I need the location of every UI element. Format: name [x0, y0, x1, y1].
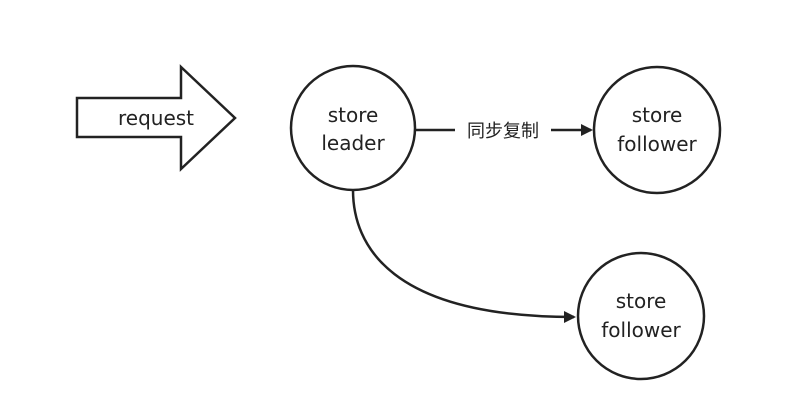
store-follower-bottom-circle: [576, 251, 706, 381]
store-follower-bottom-line2: follower: [601, 318, 681, 342]
edge-leader-to-follower-bottom-curve: [351, 189, 576, 323]
edge-label-sync-replication: 同步复制: [467, 121, 539, 142]
request-label: request: [118, 106, 194, 130]
store-follower-top-line2: follower: [617, 132, 697, 156]
store-leader-circle: [289, 64, 417, 192]
diagram-canvas: request store leader store follower stor…: [75, 64, 722, 381]
store-leader-line1: store: [328, 103, 379, 127]
edge-leader-to-follower-bottom: [351, 189, 576, 323]
store-follower-top-circle: [592, 65, 722, 195]
edge-leader-to-follower-top: 同步复制: [415, 121, 593, 142]
store-leader-line2: leader: [321, 131, 385, 155]
store-follower-bottom-node: store follower: [576, 251, 706, 381]
request-arrow: request: [75, 64, 237, 172]
store-follower-bottom-line1: store: [616, 289, 667, 313]
store-leader-node: store leader: [289, 64, 417, 192]
store-follower-top-node: store follower: [592, 65, 722, 195]
store-follower-top-line1: store: [632, 103, 683, 127]
